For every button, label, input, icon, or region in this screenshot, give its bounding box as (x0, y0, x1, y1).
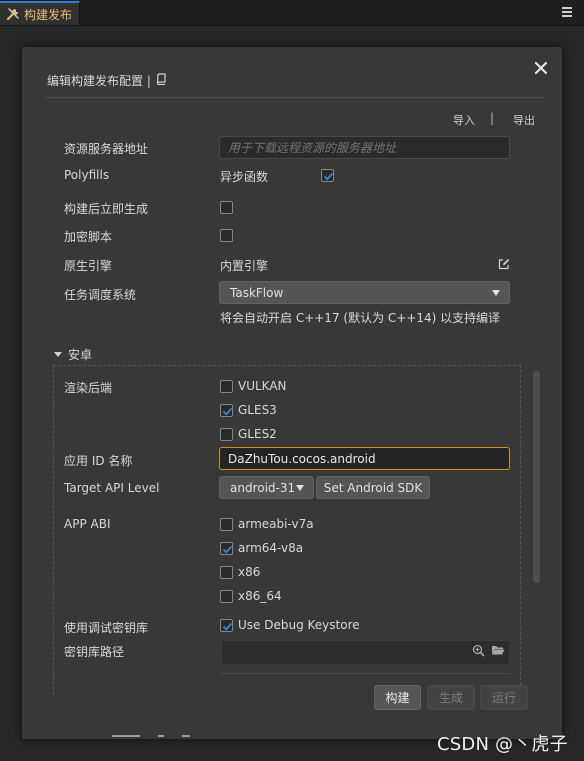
task-scheduler-select[interactable]: TaskFlow (219, 281, 510, 304)
x86-64-label: x86_64 (238, 589, 282, 603)
gles2-label: GLES2 (238, 427, 277, 441)
task-scheduler-label: 任务调度系统 (64, 288, 137, 302)
bottom-panel-marks (112, 735, 190, 737)
build-button-label: 构建 (385, 691, 410, 705)
polyfills-async-checkbox[interactable] (321, 169, 334, 182)
keystore-path-label: 密钥库路径 (64, 645, 125, 659)
resource-server-label: 资源服务器地址 (64, 142, 149, 156)
arm64-v8a-checkbox[interactable] (220, 542, 233, 555)
task-scheduler-value: TaskFlow (230, 285, 284, 300)
watermark: CSDN @丶虎子 (437, 734, 568, 755)
set-android-sdk-label: Set Android SDK (323, 480, 423, 495)
armeabi-v7a-label: armeabi-v7a (238, 517, 314, 531)
native-engine-label: 原生引擎 (64, 259, 113, 273)
target-api-value: android-31 (230, 480, 296, 495)
android-section-header[interactable]: 安卓 (54, 346, 92, 363)
armeabi-v7a-checkbox[interactable] (220, 518, 233, 531)
android-section-title: 安卓 (68, 348, 93, 362)
app-id-label: 应用 ID 名称 (64, 454, 133, 468)
target-api-label: Target API Level (64, 481, 160, 495)
build-gen-checkbox[interactable] (220, 201, 233, 214)
dialog-title: 编辑构建发布配置 | (47, 72, 167, 89)
gles2-checkbox[interactable] (220, 428, 233, 441)
book-icon[interactable] (155, 73, 167, 88)
encrypt-label: 加密脚本 (64, 230, 113, 244)
search-icon[interactable] (472, 644, 485, 660)
run-button-label: 运行 (491, 691, 516, 705)
task-scheduler-hint: 将会自动开启 C++17 (默认为 C++14) 以支持编译 (220, 311, 501, 325)
x86-64-checkbox[interactable] (220, 590, 233, 603)
export-link[interactable]: 导出 (513, 112, 535, 128)
polyfills-async-label: 异步函数 (220, 170, 269, 184)
content-bottom-edge (221, 673, 510, 677)
vulkan-checkbox[interactable] (220, 380, 233, 393)
native-engine-value: 内置引擎 (220, 259, 269, 273)
tab-title: 构建发布 (24, 7, 73, 22)
use-debug-keystore-label: Use Debug Keystore (238, 618, 360, 632)
build-gen-label: 构建后立即生成 (64, 202, 149, 216)
collapse-triangle-icon (54, 352, 62, 357)
keystore-path-actions (472, 644, 505, 660)
run-button[interactable]: 运行 (480, 685, 528, 710)
title-divider (44, 97, 544, 98)
x86-checkbox[interactable] (220, 566, 233, 579)
resource-server-placeholder: 用于下载远程资源的服务器地址 (228, 141, 397, 155)
close-icon[interactable] (534, 61, 548, 75)
gles3-label: GLES3 (238, 403, 277, 417)
resource-server-input[interactable]: 用于下载远程资源的服务器地址 (219, 136, 510, 159)
make-button[interactable]: 生成 (427, 685, 475, 710)
target-api-select[interactable]: android-31 (219, 476, 314, 499)
caret-down-icon (492, 290, 500, 296)
debug-keystore-label: 使用调试密钥库 (64, 621, 149, 635)
edit-icon[interactable] (498, 258, 510, 273)
arm64-v8a-label: arm64-v8a (238, 541, 304, 555)
make-button-label: 生成 (438, 691, 463, 705)
encrypt-checkbox[interactable] (220, 229, 233, 242)
x86-label: x86 (238, 565, 261, 579)
import-link[interactable]: 导入 (453, 112, 475, 128)
set-android-sdk-button[interactable]: Set Android SDK (316, 476, 430, 499)
render-backend-label: 渲染后端 (64, 381, 113, 395)
keystore-path-input[interactable] (221, 640, 510, 665)
dialog-title-text: 编辑构建发布配置 | (47, 74, 151, 88)
app-id-input[interactable]: DaZhuTou.cocos.android (219, 447, 510, 470)
hamburger-menu-icon[interactable] (562, 6, 572, 18)
link-separator: | (490, 111, 495, 125)
scrollbar-thumb[interactable] (533, 371, 540, 583)
vulkan-label: VULKAN (238, 379, 287, 393)
polyfills-label: Polyfills (64, 168, 110, 182)
tools-icon (6, 7, 20, 21)
tab-build-publish[interactable]: 构建发布 (0, 1, 80, 25)
folder-icon[interactable] (491, 644, 505, 660)
caret-down-icon (296, 485, 304, 491)
app-abi-label: APP ABI (64, 517, 111, 531)
build-button[interactable]: 构建 (374, 685, 421, 710)
build-config-dialog: 编辑构建发布配置 | 导入 | 导出 资源服务器地址 用于下载远程资源的服务器地… (21, 46, 563, 740)
use-debug-keystore-checkbox[interactable] (220, 619, 233, 632)
panel-tab-bar: 构建发布 (0, 0, 584, 26)
app-id-value: DaZhuTou.cocos.android (228, 451, 376, 466)
gles3-checkbox[interactable] (220, 404, 233, 417)
